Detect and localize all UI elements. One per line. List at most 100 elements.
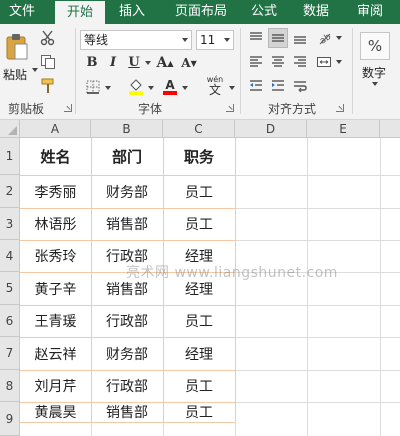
table-cell[interactable]: 财务部: [91, 175, 163, 208]
table-cell[interactable]: 员工: [163, 370, 235, 402]
select-all-button[interactable]: [0, 120, 20, 138]
borders-button[interactable]: [84, 78, 102, 96]
table-cell[interactable]: 员工: [163, 402, 235, 422]
chevron-down-icon: [182, 38, 188, 42]
increase-indent-button[interactable]: [268, 76, 288, 96]
number-format-button[interactable]: %: [360, 32, 390, 60]
borders-dropdown-arrow[interactable]: [105, 86, 111, 90]
table-cell[interactable]: 赵云祥: [20, 337, 91, 370]
copy-button[interactable]: [38, 52, 58, 72]
tab-page-layout[interactable]: 页面布局: [166, 0, 236, 24]
table-cell[interactable]: 员工: [163, 208, 235, 240]
clipboard-group-label: 剪贴板: [7, 102, 44, 116]
tab-home[interactable]: 开始: [55, 1, 105, 24]
table-cell[interactable]: 销售部: [91, 208, 163, 240]
scissors-icon: [40, 30, 55, 46]
align-top-button[interactable]: [246, 28, 266, 48]
column-header-e[interactable]: E: [307, 120, 380, 138]
table-cell[interactable]: 李秀丽: [20, 175, 91, 208]
orientation-dropdown-arrow[interactable]: [336, 36, 342, 40]
header-cell-department[interactable]: 部门: [91, 138, 163, 175]
row-header-9[interactable]: 9: [0, 402, 20, 436]
ribbon: 粘贴 剪贴板 等线 11 B I U A▲ A▼ A wén 文 字体 对齐方式…: [0, 24, 400, 120]
bold-button[interactable]: B: [84, 54, 100, 72]
text-orientation-icon: ab: [318, 32, 332, 46]
align-left-icon: [250, 56, 262, 67]
align-center-button[interactable]: [268, 52, 288, 72]
column-header-b[interactable]: B: [91, 120, 163, 138]
number-label: 数字: [362, 66, 387, 80]
tab-file[interactable]: 文件: [0, 0, 44, 24]
merge-center-button[interactable]: [314, 52, 334, 72]
align-bottom-button[interactable]: [290, 28, 310, 48]
header-cell-position[interactable]: 职务: [163, 138, 235, 175]
format-painter-button[interactable]: [38, 76, 58, 96]
alignment-launcher-icon[interactable]: [336, 104, 344, 112]
underline-dropdown-arrow[interactable]: [145, 61, 151, 65]
row-header-4[interactable]: 4: [0, 240, 20, 272]
header-cell-name[interactable]: 姓名: [20, 138, 91, 175]
row-header-7[interactable]: 7: [0, 337, 20, 370]
merge-dropdown-arrow[interactable]: [336, 60, 342, 64]
clipboard-launcher-icon[interactable]: [64, 104, 72, 112]
tab-review[interactable]: 审阅: [350, 0, 390, 24]
underline-button[interactable]: U: [126, 54, 142, 72]
orientation-button[interactable]: ab: [314, 28, 334, 48]
table-cell[interactable]: 黄晨昊: [20, 402, 91, 422]
fill-color-button[interactable]: [126, 76, 146, 96]
row-header-1[interactable]: 1: [0, 138, 20, 175]
table-cell[interactable]: 员工: [163, 305, 235, 337]
table-cell[interactable]: 员工: [163, 175, 235, 208]
align-top-icon: [250, 32, 262, 40]
font-size-select[interactable]: 11: [196, 30, 234, 50]
align-right-button[interactable]: [290, 52, 310, 72]
font-launcher-icon[interactable]: [226, 104, 234, 112]
row-header-5[interactable]: 5: [0, 272, 20, 305]
row-header-2[interactable]: 2: [0, 175, 20, 208]
fill-color-dropdown-arrow[interactable]: [148, 86, 154, 90]
table-border: [20, 422, 235, 423]
paste-button[interactable]: [4, 32, 30, 62]
gridline: [307, 138, 308, 436]
table-cell[interactable]: 财务部: [91, 337, 163, 370]
column-header-c[interactable]: C: [163, 120, 235, 138]
table-cell[interactable]: 黄子辛: [20, 272, 91, 305]
table-cell[interactable]: 行政部: [91, 370, 163, 402]
font-group-label: 字体: [137, 102, 162, 116]
tab-formulas[interactable]: 公式: [244, 0, 284, 24]
wrap-text-button[interactable]: [290, 76, 310, 96]
align-left-button[interactable]: [246, 52, 266, 72]
table-cell[interactable]: 王青瑗: [20, 305, 91, 337]
align-middle-button[interactable]: [268, 28, 288, 48]
phonetic-dropdown-arrow[interactable]: [229, 86, 235, 90]
table-cell[interactable]: 行政部: [91, 305, 163, 337]
number-dropdown-arrow[interactable]: [372, 82, 378, 86]
decrease-font-button[interactable]: A▼: [180, 54, 198, 72]
cut-button[interactable]: [38, 28, 58, 48]
column-header-a[interactable]: A: [20, 120, 91, 138]
increase-font-button[interactable]: A▲: [156, 54, 174, 72]
column-header-more[interactable]: [380, 120, 400, 138]
font-color-button[interactable]: A: [160, 76, 180, 96]
align-middle-icon: [272, 34, 284, 42]
table-cell[interactable]: 经理: [163, 337, 235, 370]
row-header-6[interactable]: 6: [0, 305, 20, 337]
phonetic-button[interactable]: wén 文: [202, 74, 228, 98]
phonetic-char: 文: [208, 83, 221, 97]
font-color-dropdown-arrow[interactable]: [182, 86, 188, 90]
table-cell[interactable]: 张秀玲: [20, 240, 91, 272]
align-right-icon: [294, 56, 306, 67]
italic-button[interactable]: I: [106, 54, 120, 72]
table-cell[interactable]: 刘月芹: [20, 370, 91, 402]
column-header-d[interactable]: D: [235, 120, 307, 138]
ribbon-tab-bar: 文件 开始 插入 页面布局 公式 数据 审阅: [0, 0, 400, 24]
tab-insert[interactable]: 插入: [110, 0, 154, 24]
row-header-8[interactable]: 8: [0, 370, 20, 402]
decrease-indent-button[interactable]: [246, 76, 266, 96]
font-size-value: 11: [200, 33, 216, 47]
row-header-3[interactable]: 3: [0, 208, 20, 240]
tab-data[interactable]: 数据: [296, 0, 336, 24]
table-cell[interactable]: 林语彤: [20, 208, 91, 240]
font-name-select[interactable]: 等线: [80, 30, 192, 50]
table-cell[interactable]: 销售部: [91, 402, 163, 422]
